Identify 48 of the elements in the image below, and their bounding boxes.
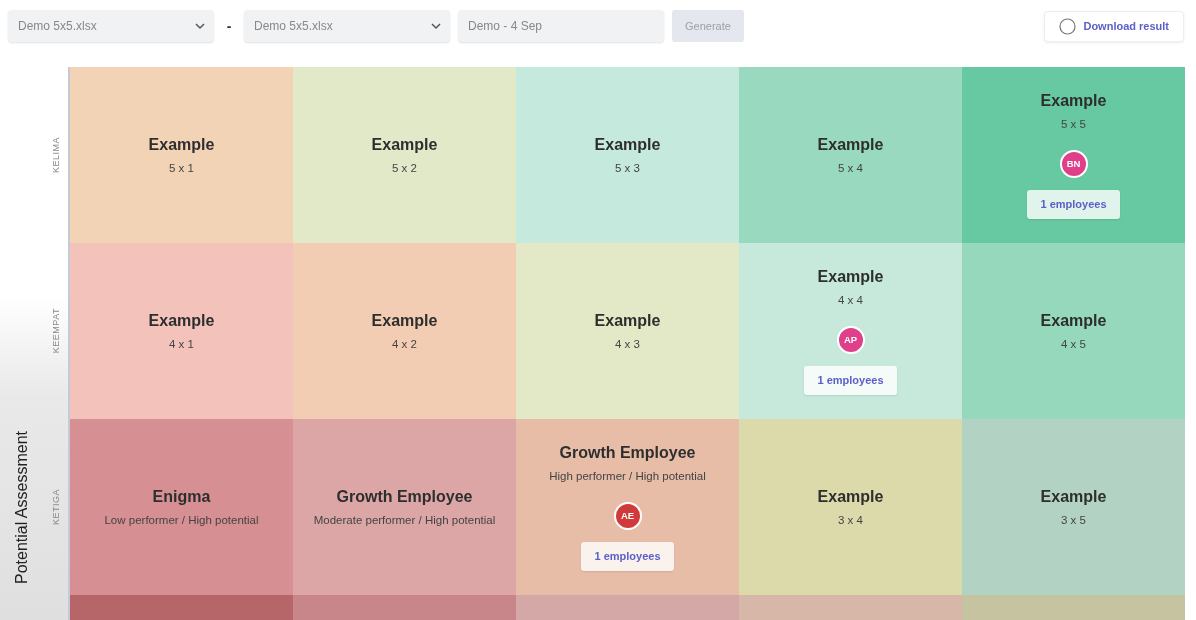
employees-button[interactable]: 1 employees: [1027, 189, 1120, 219]
cell-title: Example: [148, 136, 215, 154]
cell-subtitle: 4 x 3: [615, 338, 640, 350]
cell-title: Example: [1040, 488, 1107, 506]
cell-subtitle: 5 x 5: [1061, 117, 1086, 130]
axis-title: Potential Assessment: [13, 430, 31, 584]
cell-subtitle: 5 x 1: [169, 162, 194, 174]
cell-subtitle: 4 x 4: [838, 293, 863, 306]
cell-subtitle: Moderate performer / High potential: [313, 514, 496, 526]
avatar[interactable]: AE: [613, 501, 642, 530]
cell-title: Growth Employee: [559, 443, 696, 462]
cell-subtitle: Low performer / High potential: [104, 514, 259, 526]
cell-title: Example: [817, 488, 884, 506]
circle-icon: [1059, 17, 1077, 35]
cell-subtitle: High performer / High potential: [549, 469, 706, 482]
chevron-down-icon: [194, 20, 206, 32]
employees-button[interactable]: 1 employees: [581, 541, 674, 571]
cell-title: Example: [371, 312, 438, 330]
row-label: KETIGA: [51, 489, 61, 525]
avatar[interactable]: AP: [836, 325, 865, 354]
avatar[interactable]: BN: [1059, 149, 1088, 178]
file-select[interactable]: Demo 5x5.xlsx: [8, 10, 214, 42]
chevron-down-icon: [430, 20, 442, 32]
name-field[interactable]: Demo - 4 Sep: [458, 10, 664, 42]
cell-subtitle: 5 x 4: [838, 162, 863, 174]
file-select[interactable]: Demo 5x5.xlsx: [244, 10, 450, 42]
cell-subtitle: 5 x 3: [615, 162, 640, 174]
cell-subtitle: 4 x 5: [1061, 338, 1086, 350]
cell-subtitle: 4 x 1: [169, 338, 194, 350]
separator-text: -: [225, 18, 233, 34]
cell-title: Example: [148, 312, 215, 330]
cell-subtitle: 3 x 5: [1061, 514, 1086, 526]
cell-title: Example: [817, 136, 884, 154]
cell-subtitle: 5 x 2: [392, 162, 417, 174]
download-button[interactable]: Download result: [1044, 10, 1184, 42]
employees-button[interactable]: 1 employees: [804, 365, 897, 395]
row-label: KEEMPAT: [51, 308, 61, 354]
cell-subtitle: 3 x 4: [838, 514, 863, 526]
cell-title: Enigma: [152, 488, 211, 506]
cell-title: Example: [371, 136, 438, 154]
cell-title: Example: [1040, 91, 1107, 110]
cell-title: Example: [1040, 312, 1107, 330]
cell-title: Example: [817, 267, 884, 286]
cell-subtitle: 4 x 2: [392, 338, 417, 350]
cell-title: Growth Employee: [336, 488, 473, 506]
cell-title: Example: [594, 136, 661, 154]
row-label: KELIMA: [51, 137, 61, 173]
cell-title: Example: [594, 312, 661, 330]
